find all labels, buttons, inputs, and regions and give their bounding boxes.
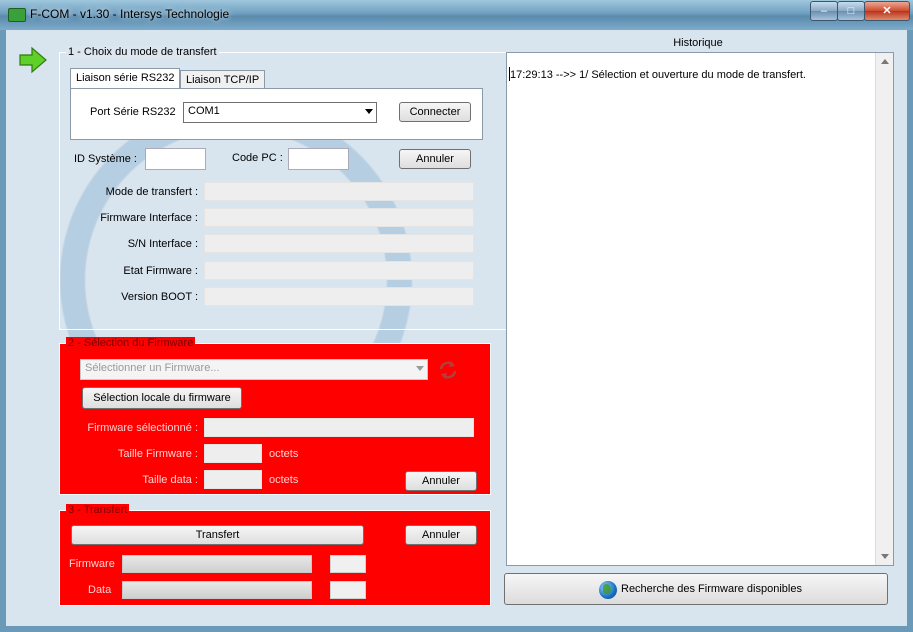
history-line: 17:29:13 -->> 1/ Sélection et ouverture …	[510, 69, 806, 81]
data-progress-bar	[122, 581, 312, 599]
firmware-size-unit: octets	[269, 448, 299, 460]
tab-rs232[interactable]: Liaison série RS232	[70, 68, 181, 89]
local-firmware-select-button[interactable]: Sélection locale du firmware	[82, 387, 242, 409]
firmware-state-label: Etat Firmware :	[123, 265, 198, 277]
transfer-legend: 3 - Transfert	[66, 504, 130, 517]
window-title: F-COM - v1.30 - Intersys Technologie	[30, 7, 230, 21]
section1-cancel-button[interactable]: Annuler	[399, 149, 471, 169]
firmware-percent-box	[330, 555, 366, 573]
transfer-mode-field	[204, 182, 474, 201]
chevron-down-icon	[416, 366, 424, 371]
connect-button[interactable]: Connecter	[399, 102, 471, 122]
boot-version-label: Version BOOT :	[121, 291, 198, 303]
sn-interface-field	[204, 234, 474, 253]
tab-tcpip[interactable]: Liaison TCP/IP	[180, 70, 266, 89]
search-firmware-button[interactable]: Recherche des Firmware disponibles	[504, 573, 888, 605]
main-window: F-COM - v1.30 - Intersys Technologie – □…	[0, 0, 913, 632]
section3-cancel-button[interactable]: Annuler	[405, 525, 477, 545]
data-size-field	[204, 470, 262, 489]
section2-cancel-button[interactable]: Annuler	[405, 471, 477, 491]
step-arrow-icon	[19, 46, 47, 74]
selected-firmware-label: Firmware sélectionné :	[87, 422, 198, 434]
history-scrollbar[interactable]	[875, 53, 893, 565]
firmware-select[interactable]: Sélectionner un Firmware...	[80, 359, 428, 380]
firmware-size-field	[204, 444, 262, 463]
history-title: Historique	[673, 37, 723, 49]
globe-icon	[599, 581, 617, 599]
firmware-progress-bar	[122, 555, 312, 573]
scroll-down-icon[interactable]	[881, 554, 889, 559]
firmware-progress-label: Firmware	[69, 558, 115, 570]
transfer-mode-legend: 1 - Choix du mode de transfert	[66, 46, 219, 59]
firmware-select-placeholder: Sélectionner un Firmware...	[85, 362, 220, 374]
selected-firmware-field	[204, 418, 474, 437]
client-area: 1 - Choix du mode de transfert Liaison s…	[6, 30, 907, 626]
connection-tabs: Liaison série RS232 Liaison TCP/IP	[70, 68, 481, 89]
app-icon	[8, 8, 26, 22]
boot-version-field	[204, 287, 474, 306]
search-firmware-label: Recherche des Firmware disponibles	[621, 583, 802, 595]
data-percent-box	[330, 581, 366, 599]
scroll-up-icon[interactable]	[881, 59, 889, 64]
port-select[interactable]: COM1	[183, 102, 377, 123]
system-id-input[interactable]	[145, 148, 206, 170]
data-size-label: Taille data :	[142, 474, 198, 486]
history-log[interactable]: 17:29:13 -->> 1/ Sélection et ouverture …	[506, 52, 894, 566]
pc-code-label: Code PC :	[232, 152, 283, 164]
transfer-mode-label: Mode de transfert :	[105, 186, 198, 198]
title-bar[interactable]: F-COM - v1.30 - Intersys Technologie – □…	[0, 0, 913, 30]
transfer-button[interactable]: Transfert	[71, 525, 364, 545]
pc-code-input[interactable]	[288, 148, 349, 170]
data-progress-label: Data	[88, 584, 112, 596]
port-select-value: COM1	[188, 105, 220, 117]
firmware-selection-legend: 2 - Sélection du Firmware	[66, 337, 196, 350]
refresh-icon[interactable]	[438, 360, 458, 380]
minimize-button[interactable]: –	[810, 1, 838, 21]
data-size-unit: octets	[269, 474, 299, 486]
firmware-interface-label: Firmware Interface :	[100, 212, 198, 224]
firmware-interface-field	[204, 208, 474, 227]
firmware-size-label: Taille Firmware :	[117, 448, 198, 460]
firmware-state-field	[204, 261, 474, 280]
close-button[interactable]: ✕	[864, 1, 910, 21]
maximize-button[interactable]: □	[837, 1, 865, 21]
system-id-label: ID Système :	[74, 153, 137, 165]
port-label: Port Série RS232	[90, 106, 176, 118]
chevron-down-icon	[365, 109, 373, 114]
sn-interface-label: S/N Interface :	[127, 238, 198, 250]
